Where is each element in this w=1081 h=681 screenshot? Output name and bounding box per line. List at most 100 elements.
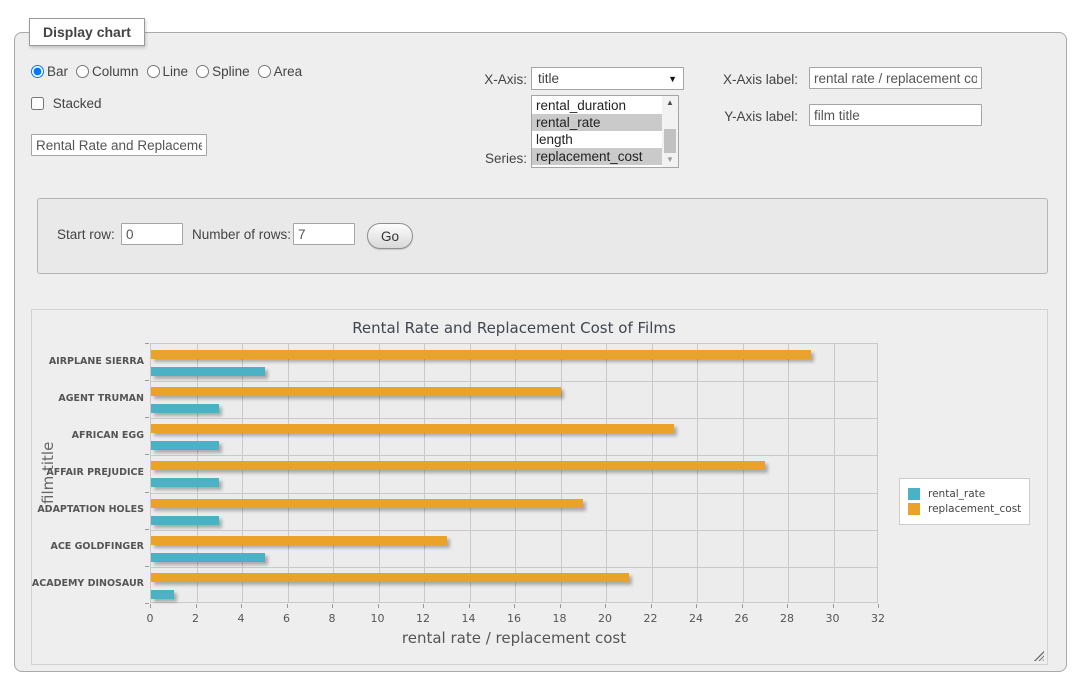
x-tick-label: 24 <box>676 612 716 625</box>
chart-controls: BarColumnLineSplineArea Stacked X-Axis: … <box>15 46 1066 174</box>
series-option-replacement_cost[interactable]: replacement_cost <box>532 148 662 165</box>
x-tick-label: 16 <box>494 612 534 625</box>
y-tick <box>145 343 149 344</box>
legend-item-rental_rate: rental_rate <box>908 488 1021 500</box>
gridline <box>561 344 562 602</box>
chart-type-option-spline[interactable]: Spline <box>196 64 250 79</box>
bar-replacement_cost-agent-truman <box>151 387 561 396</box>
bar-replacement_cost-african-egg <box>151 424 674 433</box>
x-tick <box>196 604 197 608</box>
chart-container: Rental Rate and Replacement Cost of Film… <box>31 309 1048 665</box>
go-button[interactable]: Go <box>367 223 413 249</box>
legend-swatch <box>908 488 920 500</box>
chart-type-radio-column[interactable] <box>76 65 89 78</box>
chart-type-label: Spline <box>212 64 250 79</box>
y-tick <box>145 417 149 418</box>
scroll-down-icon[interactable]: ▼ <box>662 153 678 167</box>
y-tick <box>145 529 149 530</box>
x-axis-selected-value: title <box>538 71 559 86</box>
chart-type-label: Line <box>163 64 189 79</box>
x-tick-label: 14 <box>449 612 489 625</box>
series-option-rental_rate[interactable]: rental_rate <box>532 114 662 131</box>
x-tick-label: 4 <box>221 612 261 625</box>
resize-grip-icon[interactable] <box>1034 651 1044 661</box>
x-tick-label: 6 <box>267 612 307 625</box>
legend-label: replacement_cost <box>928 503 1021 515</box>
gridline <box>834 344 835 602</box>
gridline <box>424 344 425 602</box>
chart-type-radio-line[interactable] <box>147 65 160 78</box>
x-tick <box>287 604 288 608</box>
chart-legend: rental_rate replacement_cost <box>899 478 1030 525</box>
series-scrollbar[interactable]: ▲ ▼ <box>662 96 678 167</box>
stacked-checkbox[interactable] <box>31 97 44 110</box>
bar-rental_rate-airplane-sierra <box>151 367 265 376</box>
x-tick <box>423 604 424 608</box>
legend-item-replacement_cost: replacement_cost <box>908 503 1021 515</box>
series-select-label: Series: <box>455 151 527 166</box>
chart-type-option-area[interactable]: Area <box>258 64 303 79</box>
chart-type-option-line[interactable]: Line <box>147 64 189 79</box>
x-tick <box>833 604 834 608</box>
x-tick-label: 12 <box>403 612 443 625</box>
y-axis-label-input[interactable] <box>809 104 982 126</box>
chart-type-radio-bar[interactable] <box>31 65 44 78</box>
series-option-length[interactable]: length <box>532 131 662 148</box>
gridline <box>151 530 877 531</box>
y-axis-label-field-label: Y-Axis label: <box>714 109 798 124</box>
bar-replacement_cost-academy-dinosaur <box>151 573 629 582</box>
chart-type-radio-area[interactable] <box>258 65 271 78</box>
panel-title: Display chart <box>29 18 145 46</box>
num-rows-input[interactable] <box>293 223 355 245</box>
chart-type-radiogroup: Bar Column Line Spline Area <box>31 64 310 79</box>
series-options: rental_durationrental_ratelengthreplacem… <box>532 97 662 165</box>
series-option-rental_duration[interactable]: rental_duration <box>532 97 662 114</box>
bar-rental_rate-affair-prejudice <box>151 478 219 487</box>
gridline <box>288 344 289 602</box>
gridline <box>652 344 653 602</box>
x-tick <box>787 604 788 608</box>
bar-replacement_cost-airplane-sierra <box>151 350 811 359</box>
series-listbox[interactable]: rental_durationrental_ratelengthreplacem… <box>531 95 679 168</box>
chart-type-option-column[interactable]: Column <box>76 64 139 79</box>
x-tick-label: 10 <box>358 612 398 625</box>
chart-type-radio-spline[interactable] <box>196 65 209 78</box>
x-tick <box>696 604 697 608</box>
x-tick <box>560 604 561 608</box>
x-axis-label-input[interactable] <box>809 67 982 89</box>
x-tick-label: 20 <box>585 612 625 625</box>
y-tick <box>145 566 149 567</box>
num-rows-label: Number of rows: <box>192 227 291 242</box>
x-tick <box>651 604 652 608</box>
start-row-label: Start row: <box>57 227 115 242</box>
gridline <box>333 344 334 602</box>
y-tick-label: ACADEMY DINOSAUR <box>4 578 144 589</box>
x-tick <box>150 604 151 608</box>
x-tick-label: 26 <box>722 612 762 625</box>
bar-rental_rate-adaptation-holes <box>151 516 219 525</box>
chart-type-option-bar[interactable]: Bar <box>31 64 68 79</box>
stacked-checkbox-row[interactable]: Stacked <box>31 96 102 111</box>
x-tick <box>742 604 743 608</box>
gridline <box>515 344 516 602</box>
x-tick-label: 22 <box>631 612 671 625</box>
y-tick-label: ACE GOLDFINGER <box>4 541 144 552</box>
legend-swatch <box>908 503 920 515</box>
x-axis-select[interactable]: title ▼ <box>531 67 684 90</box>
scrollbar-thumb[interactable] <box>664 129 676 153</box>
chart-type-label: Column <box>92 64 139 79</box>
x-axis-select-label: X-Axis: <box>455 72 527 87</box>
chart-title: Rental Rate and Replacement Cost of Film… <box>150 319 878 337</box>
y-tick <box>145 492 149 493</box>
x-tick-label: 18 <box>540 612 580 625</box>
start-row-input[interactable] <box>121 223 183 245</box>
scroll-up-icon[interactable]: ▲ <box>662 96 678 110</box>
gridline <box>743 344 744 602</box>
chart-title-input[interactable] <box>31 134 207 156</box>
x-tick <box>605 604 606 608</box>
plot-area <box>150 343 878 603</box>
display-chart-panel: Display chart Bar Column Line Spline Area St… <box>14 18 1067 672</box>
x-axis-label-field-label: X-Axis label: <box>714 72 798 87</box>
gridline <box>242 344 243 602</box>
x-tick <box>878 604 879 608</box>
